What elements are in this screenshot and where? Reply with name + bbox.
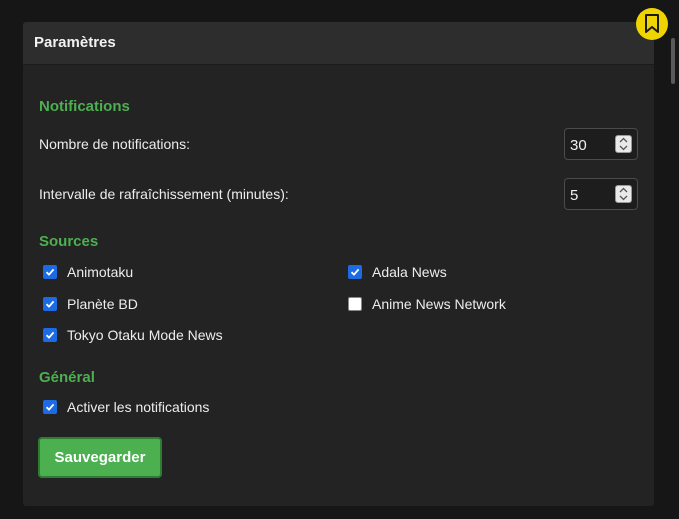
scrollbar[interactable]: [671, 38, 675, 84]
source-label: Adala News: [372, 264, 447, 280]
chevron-down-icon[interactable]: [616, 144, 631, 152]
source-label: Animotaku: [67, 264, 134, 280]
sources-heading: Sources: [39, 233, 99, 250]
chevron-up-icon[interactable]: [616, 136, 631, 144]
checkmark-icon: [45, 268, 55, 276]
general-heading: Général: [39, 369, 95, 386]
source-label: Planète BD: [67, 296, 138, 312]
checkbox[interactable]: [43, 297, 57, 311]
notifications-heading: Notifications: [39, 98, 130, 115]
notification-count-input[interactable]: 30: [564, 128, 638, 160]
settings-panel: Paramètres Notifications Nombre de notif…: [23, 22, 654, 506]
checkbox[interactable]: [43, 265, 57, 279]
settings-window: Paramètres Notifications Nombre de notif…: [0, 0, 679, 519]
enable-notifications-label: Activer les notifications: [67, 399, 210, 415]
source-label: Tokyo Otaku Mode News: [67, 327, 223, 343]
refresh-interval-spinner[interactable]: [615, 185, 632, 203]
save-button[interactable]: Sauvegarder: [38, 437, 162, 478]
refresh-interval-value: 5: [570, 187, 579, 204]
notification-count-spinner[interactable]: [615, 135, 632, 153]
bookmark-button[interactable]: [636, 8, 668, 40]
bookmark-icon: [645, 14, 659, 33]
checkbox[interactable]: [43, 400, 57, 414]
refresh-interval-label: Intervalle de rafraîchissement (minutes)…: [39, 186, 289, 202]
checkbox[interactable]: [43, 328, 57, 342]
source-label: Anime News Network: [372, 296, 506, 312]
checkbox[interactable]: [348, 297, 362, 311]
checkmark-icon: [45, 331, 55, 339]
page-title: Paramètres: [34, 34, 116, 51]
checkmark-icon: [45, 300, 55, 308]
checkmark-icon: [45, 403, 55, 411]
refresh-interval-input[interactable]: 5: [564, 178, 638, 210]
checkbox[interactable]: [348, 265, 362, 279]
chevron-up-icon[interactable]: [616, 186, 631, 194]
chevron-down-icon[interactable]: [616, 194, 631, 202]
notification-count-value: 30: [570, 137, 587, 154]
checkmark-icon: [350, 268, 360, 276]
panel-header: Paramètres: [23, 22, 654, 65]
notification-count-label: Nombre de notifications:: [39, 136, 190, 152]
